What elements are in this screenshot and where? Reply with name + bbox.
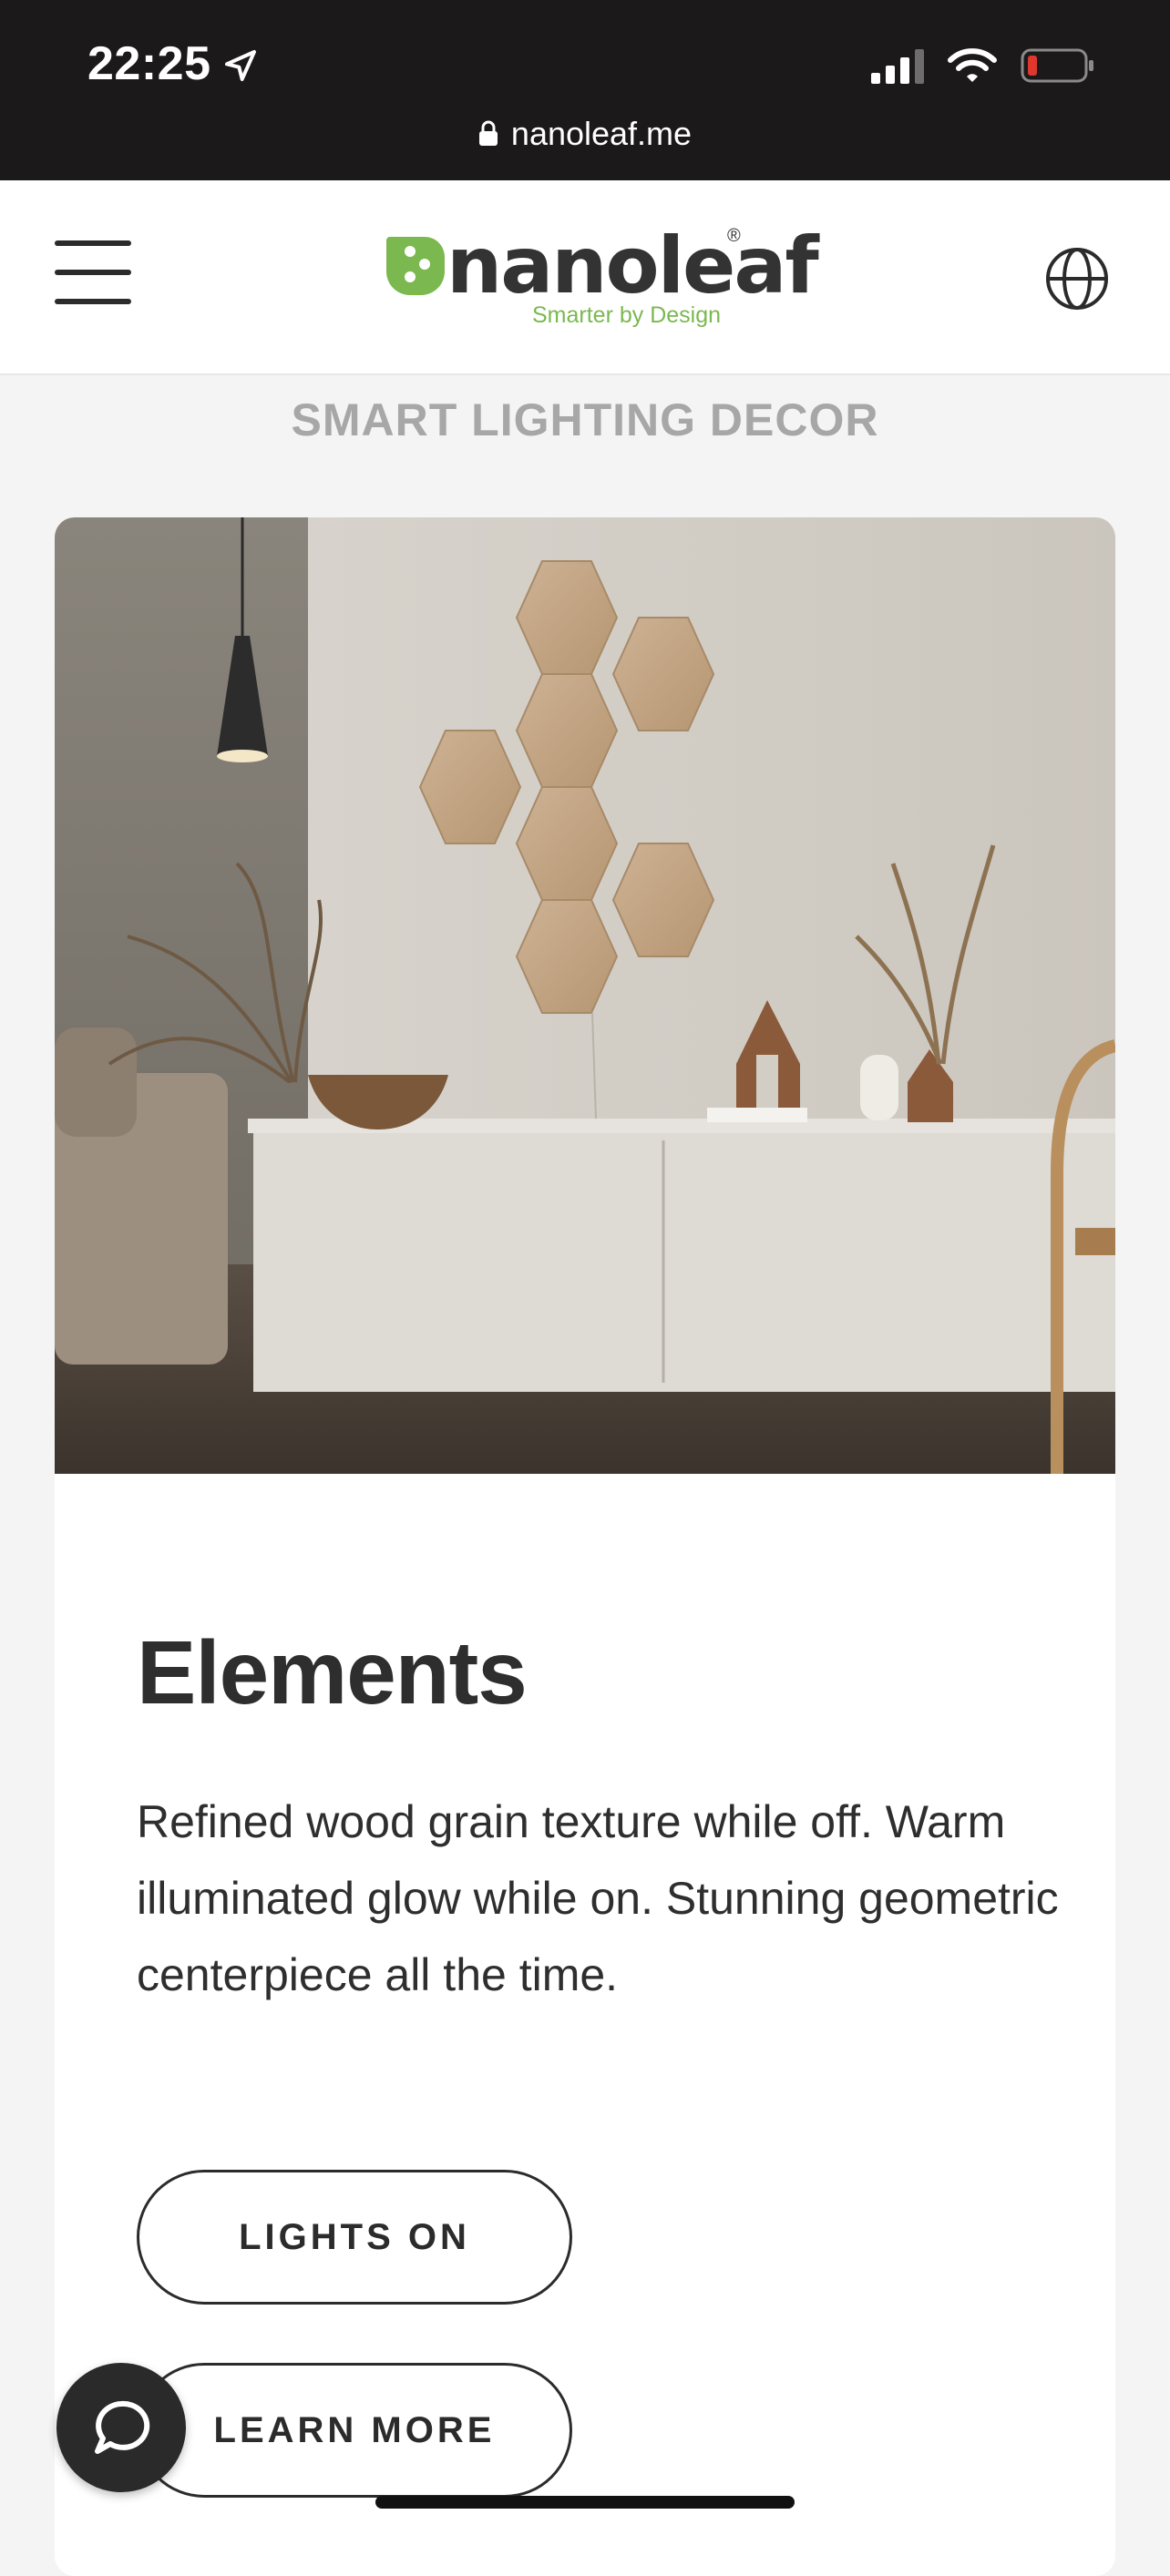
nanoleaf-logo[interactable]: nanoleaf ® Smarter by Design	[383, 220, 819, 335]
status-time: 22:25	[87, 37, 211, 90]
signal-icon	[871, 49, 924, 84]
leaf-logo-icon	[386, 237, 445, 295]
home-indicator	[375, 2496, 795, 2509]
status-bar: 22:25 nanoleaf.me	[0, 0, 1170, 180]
lights-on-button[interactable]: LIGHTS ON	[137, 2170, 572, 2305]
wifi-icon	[948, 48, 997, 82]
product-hero-image	[55, 517, 1115, 1474]
learn-more-button[interactable]: LEARN MORE	[137, 2363, 572, 2498]
product-card: Elements Refined wood grain texture whil…	[55, 517, 1115, 2576]
section-title: SMART LIGHTING DECOR	[291, 394, 879, 445]
hamburger-menu-icon[interactable]	[55, 240, 131, 304]
location-arrow-icon	[225, 50, 256, 81]
product-description: Refined wood grain texture while off. Wa…	[137, 1796, 1059, 2000]
site-header: nanoleaf ® Smarter by Design	[0, 180, 1170, 375]
address-bar[interactable]: nanoleaf.me	[0, 115, 1170, 153]
lock-icon	[478, 120, 498, 146]
brand-tagline: Smarter by Design	[532, 302, 722, 328]
battery-icon	[1021, 48, 1093, 83]
chat-bubble-icon	[95, 2400, 150, 2454]
registered-mark: ®	[727, 226, 741, 246]
globe-icon[interactable]	[1044, 246, 1110, 312]
product-title: Elements	[137, 1622, 528, 1722]
status-icons	[871, 47, 1095, 84]
brand-wordmark: nanoleaf	[446, 220, 819, 312]
chat-button[interactable]	[56, 2363, 186, 2492]
url-text: nanoleaf.me	[510, 115, 693, 152]
